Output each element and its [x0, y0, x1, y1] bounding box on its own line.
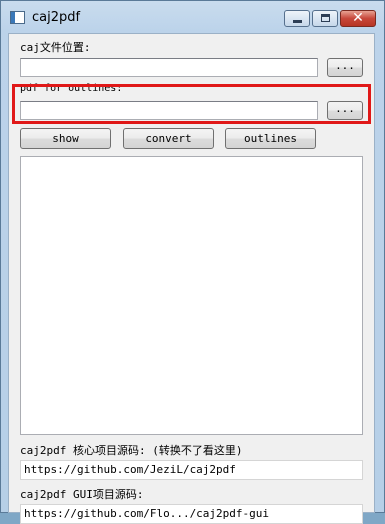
- gui-source-url[interactable]: https://github.com/Flo.../caj2pdf-gui: [20, 504, 363, 524]
- caj-location-label: caj文件位置:: [20, 41, 91, 54]
- core-source-label: caj2pdf 核心项目源码: (转换不了看这里): [20, 444, 243, 457]
- core-source-url[interactable]: https://github.com/JeziL/caj2pdf: [20, 460, 363, 480]
- convert-button[interactable]: convert: [123, 128, 214, 149]
- outlines-button[interactable]: outlines: [225, 128, 316, 149]
- window-title: caj2pdf: [32, 10, 81, 25]
- gui-source-label: caj2pdf GUI项目源码:: [20, 488, 144, 501]
- caj-path-input[interactable]: [20, 58, 318, 79]
- app-icon: [10, 11, 25, 24]
- minimize-icon: [293, 20, 302, 23]
- maximize-icon: [321, 14, 330, 22]
- caj-browse-button[interactable]: ...: [327, 58, 363, 77]
- minimize-button[interactable]: [284, 10, 310, 27]
- title-bar[interactable]: caj2pdf ✕: [1, 1, 384, 34]
- close-icon: ✕: [352, 10, 364, 26]
- maximize-button[interactable]: [312, 10, 338, 27]
- annotation-highlight-box: [12, 84, 371, 124]
- close-button[interactable]: ✕: [340, 10, 376, 27]
- show-button[interactable]: show: [20, 128, 111, 149]
- caj-path-field[interactable]: [21, 62, 317, 79]
- output-log-area[interactable]: [20, 156, 363, 435]
